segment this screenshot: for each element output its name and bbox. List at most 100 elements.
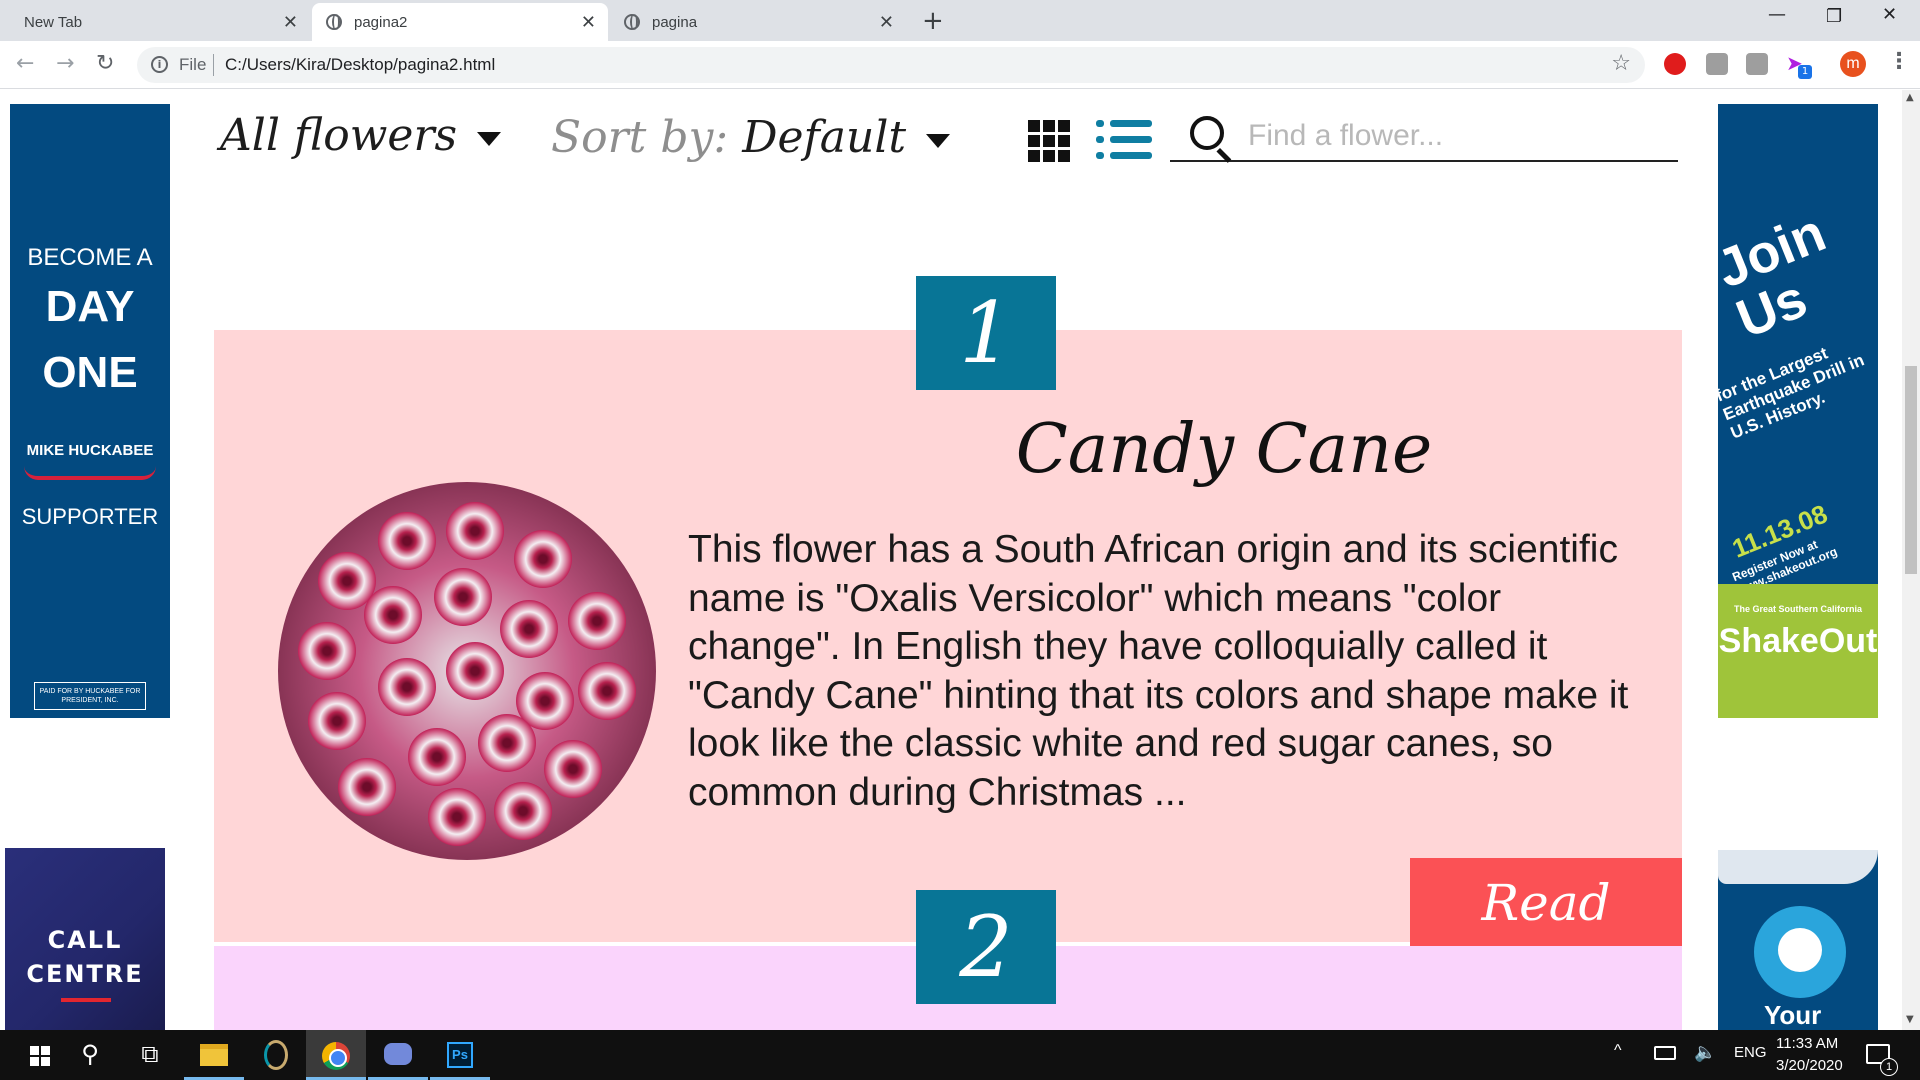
- close-icon[interactable]: ✕: [581, 12, 596, 33]
- minimize-icon[interactable]: —: [1768, 4, 1786, 25]
- chevron-up-icon[interactable]: ^: [1614, 1042, 1622, 1060]
- task-view-icon: ⧉: [141, 1040, 159, 1068]
- more-menu-icon[interactable]: ⋮: [1888, 49, 1910, 74]
- location-pin-icon: [1754, 906, 1846, 998]
- folder-icon: [200, 1044, 228, 1066]
- battery-icon[interactable]: [1654, 1046, 1676, 1060]
- tab-pagina[interactable]: pagina ✕: [610, 3, 906, 41]
- globe-icon: [624, 14, 640, 30]
- address-bar[interactable]: i File C:/Users/Kira/Desktop/pagina2.htm…: [137, 47, 1645, 83]
- language-indicator[interactable]: ENG: [1734, 1044, 1767, 1061]
- ad-headline: Join Us: [1718, 202, 1834, 350]
- page-viewport: All flowers Sort by: Default BECOME A DA…: [0, 90, 1920, 1030]
- flower-description: This flower has a South African origin a…: [688, 528, 1629, 814]
- chrome-button[interactable]: [306, 1030, 366, 1080]
- ad-call-centre[interactable]: CALL CENTRE: [5, 848, 165, 1030]
- clock-date[interactable]: 3/20/2020: [1776, 1057, 1843, 1074]
- windows-taskbar: ⚲ ⧉ Ps ^ 🔈 ENG 11:33 AM 3/20/2020 1: [0, 1030, 1920, 1080]
- search-icon[interactable]: [1190, 116, 1224, 150]
- ad-text: ONE: [42, 348, 138, 397]
- clock-time[interactable]: 11:33 AM: [1776, 1035, 1838, 1052]
- ad-text: The Great Southern California: [1733, 604, 1863, 614]
- ad-location[interactable]: Your: [1718, 850, 1878, 1030]
- discord-button[interactable]: [368, 1030, 428, 1080]
- close-icon[interactable]: ✕: [283, 12, 298, 33]
- extension-icon[interactable]: [1706, 53, 1728, 75]
- back-icon[interactable]: ←: [16, 51, 34, 76]
- tab-title: pagina: [652, 13, 698, 31]
- volume-icon[interactable]: 🔈: [1694, 1042, 1716, 1063]
- pdf-extension-icon[interactable]: [1746, 53, 1768, 75]
- sort-dropdown[interactable]: Sort by: Default: [551, 112, 951, 163]
- photoshop-button[interactable]: Ps: [430, 1030, 490, 1080]
- sort-label: Sort by:: [551, 112, 729, 163]
- tab-pagina2[interactable]: pagina2 ✕: [312, 3, 608, 41]
- scroll-up-icon[interactable]: ▲: [1906, 92, 1914, 103]
- grid-view-icon[interactable]: [1028, 120, 1072, 162]
- photoshop-icon: Ps: [447, 1042, 473, 1068]
- caret-down-icon: [926, 133, 951, 148]
- ad-huckabee[interactable]: BECOME A DAY ONE MIKE HUCKABEE SUPPORTER…: [10, 104, 170, 718]
- ad-shakeout[interactable]: Join Us for the Largest Earthquake Drill…: [1718, 104, 1878, 718]
- url-text[interactable]: C:/Users/Kira/Desktop/pagina2.html: [225, 55, 495, 75]
- info-icon[interactable]: i: [151, 56, 168, 73]
- ad-text: CENTRE: [26, 960, 144, 988]
- category-dropdown[interactable]: All flowers: [220, 110, 502, 161]
- card-number-badge: 1: [916, 276, 1056, 390]
- close-icon[interactable]: ✕: [879, 12, 894, 33]
- chrome-icon: [322, 1042, 350, 1070]
- divider: [213, 54, 214, 76]
- url-scheme: File: [179, 55, 207, 74]
- profile-avatar[interactable]: m: [1840, 51, 1866, 77]
- search-input[interactable]: [1248, 116, 1668, 156]
- notification-count: 1: [1880, 1058, 1898, 1076]
- forward-icon[interactable]: →: [56, 51, 74, 76]
- task-view-button[interactable]: ⧉: [120, 1030, 180, 1080]
- page-scrollbar[interactable]: ▲ ▼: [1902, 90, 1920, 1030]
- scroll-down-icon[interactable]: ▼: [1906, 1014, 1914, 1025]
- game-icon: [264, 1040, 288, 1070]
- restore-icon[interactable]: ❐: [1826, 6, 1842, 27]
- scrollbar-thumb[interactable]: [1905, 366, 1917, 574]
- tab-strip: New Tab ✕ pagina2 ✕ pagina ✕ + — ❐ ✕: [0, 0, 1920, 41]
- flower-image: [278, 482, 656, 860]
- ad-logo-text: MIKE HUCKABEE: [26, 442, 154, 459]
- tab-title: pagina2: [354, 13, 408, 31]
- list-view-icon[interactable]: [1096, 118, 1152, 162]
- file-explorer-button[interactable]: [184, 1030, 244, 1080]
- ad-text: CALL: [47, 926, 123, 954]
- ad-wave: [1718, 850, 1878, 884]
- browser-toolbar: ← → ↻ i File C:/Users/Kira/Desktop/pagin…: [0, 41, 1920, 89]
- search-box: [1170, 112, 1678, 162]
- tab-new-tab[interactable]: New Tab ✕: [10, 3, 310, 41]
- ad-logo-text: ShakeOut: [1718, 622, 1878, 660]
- bookmark-star-icon[interactable]: ☆: [1611, 51, 1631, 76]
- ad-swoosh: [24, 466, 156, 480]
- ad-text: for the Largest Earthquake Drill in U.S.…: [1718, 343, 1867, 443]
- extension-badge: 1: [1798, 65, 1812, 79]
- caret-down-icon: [477, 131, 502, 146]
- new-tab-button[interactable]: +: [922, 6, 944, 36]
- globe-icon: [326, 14, 342, 30]
- adblock-extension-icon[interactable]: [1664, 53, 1686, 75]
- league-of-legends-button[interactable]: [246, 1030, 306, 1080]
- ad-text: SUPPORTER: [21, 504, 159, 529]
- ad-accent-bar: [61, 998, 111, 1002]
- close-window-icon[interactable]: ✕: [1882, 4, 1897, 25]
- ad-disclaimer: PAID FOR BY HUCKABEE FOR PRESIDENT, INC.: [34, 682, 146, 710]
- card-number-badge: 2: [916, 890, 1056, 1004]
- reload-icon[interactable]: ↻: [96, 51, 114, 76]
- ad-text: BECOME A: [27, 244, 153, 271]
- flower-card: Candy Cane This flower has a South Afric…: [214, 330, 1682, 1022]
- search-icon: ⚲: [81, 1040, 99, 1068]
- search-taskbar-button[interactable]: ⚲: [60, 1030, 120, 1080]
- read-more-button[interactable]: Read more: [1410, 858, 1682, 1022]
- ad-footer: The Great Southern California ShakeOut: [1718, 584, 1878, 718]
- ad-text: Your: [1764, 1000, 1822, 1030]
- flower-title: Candy Cane: [1015, 410, 1433, 489]
- tab-title: New Tab: [24, 13, 83, 31]
- windows-logo-icon: [30, 1046, 50, 1066]
- send-extension-icon[interactable]: ➤ 1: [1786, 53, 1812, 79]
- sort-value: Default: [742, 112, 907, 163]
- discord-icon: [384, 1043, 412, 1065]
